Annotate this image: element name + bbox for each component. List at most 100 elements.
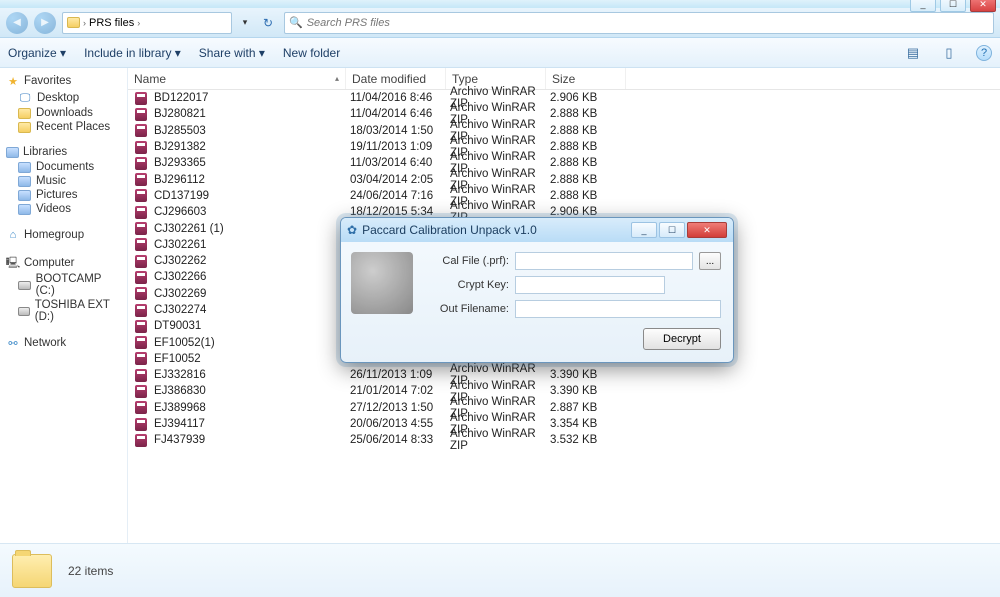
- share-with-button[interactable]: Share with ▾: [199, 46, 265, 60]
- archive-icon: [134, 401, 148, 415]
- archive-icon: [134, 254, 148, 268]
- archive-icon: [134, 287, 148, 301]
- file-name: EF10052(1): [154, 337, 350, 349]
- file-name: BJ296112: [154, 174, 350, 186]
- table-row[interactable]: BJ28550318/03/2014 1:50Archivo WinRAR ZI…: [128, 123, 1000, 139]
- archive-icon: [134, 205, 148, 219]
- sidebar-item-downloads[interactable]: Downloads: [2, 106, 125, 120]
- computer-icon: 🖳: [6, 256, 20, 270]
- documents-icon: [18, 162, 31, 173]
- nav-forward-button[interactable]: ▶: [34, 12, 56, 34]
- column-date[interactable]: Date modified: [346, 68, 446, 89]
- file-size: 2.888 KB: [550, 174, 630, 186]
- search-box[interactable]: 🔍: [284, 12, 994, 34]
- cryptkey-input[interactable]: [515, 276, 665, 294]
- sidebar-item-toshiba[interactable]: TOSHIBA EXT (D:): [2, 298, 125, 324]
- window-close-button[interactable]: ✕: [970, 0, 996, 12]
- table-row[interactable]: EJ39411720/06/2013 4:55Archivo WinRAR ZI…: [128, 416, 1000, 432]
- sidebar-computer[interactable]: 🖳Computer: [2, 254, 125, 272]
- chevron-right-icon: ›: [83, 18, 86, 28]
- table-row[interactable]: BJ28082111/04/2014 6:46Archivo WinRAR ZI…: [128, 106, 1000, 122]
- file-date: 20/06/2013 4:55: [350, 418, 450, 430]
- sidebar-favorites[interactable]: ★Favorites: [2, 72, 125, 90]
- file-date: 26/11/2013 1:09: [350, 369, 450, 381]
- file-name: CJ296603: [154, 206, 350, 218]
- table-row[interactable]: FJ43793925/06/2014 8:33Archivo WinRAR ZI…: [128, 432, 1000, 448]
- sidebar-item-music[interactable]: Music: [2, 174, 125, 188]
- include-in-library-button[interactable]: Include in library ▾: [84, 46, 181, 60]
- file-date: 19/11/2013 1:09: [350, 141, 450, 153]
- file-size: 2.888 KB: [550, 157, 630, 169]
- window-titlebar: _ ☐ ✕: [0, 0, 1000, 8]
- decrypt-button[interactable]: Decrypt: [643, 328, 721, 350]
- dialog-maximize-button[interactable]: ☐: [659, 222, 685, 238]
- nav-back-button[interactable]: ◀: [6, 12, 28, 34]
- file-date: 03/04/2014 2:05: [350, 174, 450, 186]
- folder-icon: [67, 17, 80, 28]
- file-size: 2.906 KB: [550, 92, 630, 104]
- table-row[interactable]: CD13719924/06/2014 7:16Archivo WinRAR ZI…: [128, 188, 1000, 204]
- file-size: 3.354 KB: [550, 418, 630, 430]
- table-row[interactable]: BJ29138219/11/2013 1:09Archivo WinRAR ZI…: [128, 139, 1000, 155]
- archive-icon: [134, 303, 148, 317]
- refresh-button[interactable]: ↻: [258, 16, 278, 30]
- archive-icon: [134, 352, 148, 366]
- cryptkey-label: Crypt Key:: [423, 279, 509, 291]
- address-dropdown-button[interactable]: ▾: [238, 17, 252, 28]
- archive-icon: [134, 336, 148, 350]
- file-name: BD122017: [154, 92, 350, 104]
- archive-icon: [134, 270, 148, 284]
- table-row[interactable]: BJ29336511/03/2014 6:40Archivo WinRAR ZI…: [128, 155, 1000, 171]
- sidebar-item-bootcamp[interactable]: BOOTCAMP (C:): [2, 272, 125, 298]
- window-maximize-button[interactable]: ☐: [940, 0, 966, 12]
- file-name: FJ437939: [154, 434, 350, 446]
- file-name: EJ386830: [154, 385, 350, 397]
- column-size[interactable]: Size: [546, 68, 626, 89]
- table-row[interactable]: BD12201711/04/2016 8:46Archivo WinRAR ZI…: [128, 90, 1000, 106]
- help-icon[interactable]: ?: [976, 45, 992, 61]
- new-folder-button[interactable]: New folder: [283, 46, 340, 60]
- desktop-icon: 🖵: [18, 91, 32, 105]
- file-size: 2.888 KB: [550, 190, 630, 202]
- preview-pane-icon[interactable]: ▯: [940, 44, 958, 62]
- folder-icon: [18, 122, 31, 133]
- archive-icon: [134, 238, 148, 252]
- sidebar-item-recent[interactable]: Recent Places: [2, 120, 125, 134]
- sidebar-item-pictures[interactable]: Pictures: [2, 188, 125, 202]
- dialog-minimize-button[interactable]: _: [631, 222, 657, 238]
- organize-button[interactable]: Organize ▾: [8, 46, 66, 60]
- column-name[interactable]: Name▴: [128, 68, 346, 89]
- table-row[interactable]: EJ38683021/01/2014 7:02Archivo WinRAR ZI…: [128, 383, 1000, 399]
- sidebar-network[interactable]: ⚯Network: [2, 334, 125, 352]
- dialog-titlebar[interactable]: ✿ Paccard Calibration Unpack v1.0 _ ☐ ✕: [341, 218, 733, 242]
- window-minimize-button[interactable]: _: [910, 0, 936, 12]
- table-row[interactable]: EJ33281626/11/2013 1:09Archivo WinRAR ZI…: [128, 367, 1000, 383]
- star-icon: ★: [6, 74, 20, 88]
- sidebar-item-desktop[interactable]: 🖵Desktop: [2, 90, 125, 106]
- folder-large-icon: [12, 554, 52, 588]
- sidebar-item-documents[interactable]: Documents: [2, 160, 125, 174]
- file-name: CJ302262: [154, 255, 350, 267]
- file-name: CD137199: [154, 190, 350, 202]
- archive-icon: [134, 433, 148, 447]
- file-size: 2.887 KB: [550, 402, 630, 414]
- dialog-close-button[interactable]: ✕: [687, 222, 727, 238]
- outfile-input[interactable]: [515, 300, 721, 318]
- file-size: 3.390 KB: [550, 369, 630, 381]
- browse-button[interactable]: ...: [699, 252, 721, 270]
- gear-icon: ✿: [347, 223, 357, 237]
- sidebar-item-videos[interactable]: Videos: [2, 202, 125, 216]
- sidebar-homegroup[interactable]: ⌂Homegroup: [2, 226, 125, 244]
- file-date: 11/04/2014 6:46: [350, 108, 450, 120]
- calfile-input[interactable]: [515, 252, 693, 270]
- table-row[interactable]: EJ38996827/12/2013 1:50Archivo WinRAR ZI…: [128, 400, 1000, 416]
- breadcrumb-segment[interactable]: PRS files: [89, 17, 134, 29]
- file-name: CJ302266: [154, 271, 350, 283]
- breadcrumb[interactable]: › PRS files ›: [62, 12, 232, 34]
- file-date: 25/06/2014 8:33: [350, 434, 450, 446]
- view-icon[interactable]: ▤: [904, 44, 922, 62]
- sidebar-libraries[interactable]: Libraries: [2, 144, 125, 160]
- engine-image: [351, 252, 413, 314]
- table-row[interactable]: BJ29611203/04/2014 2:05Archivo WinRAR ZI…: [128, 171, 1000, 187]
- search-input[interactable]: [307, 17, 989, 29]
